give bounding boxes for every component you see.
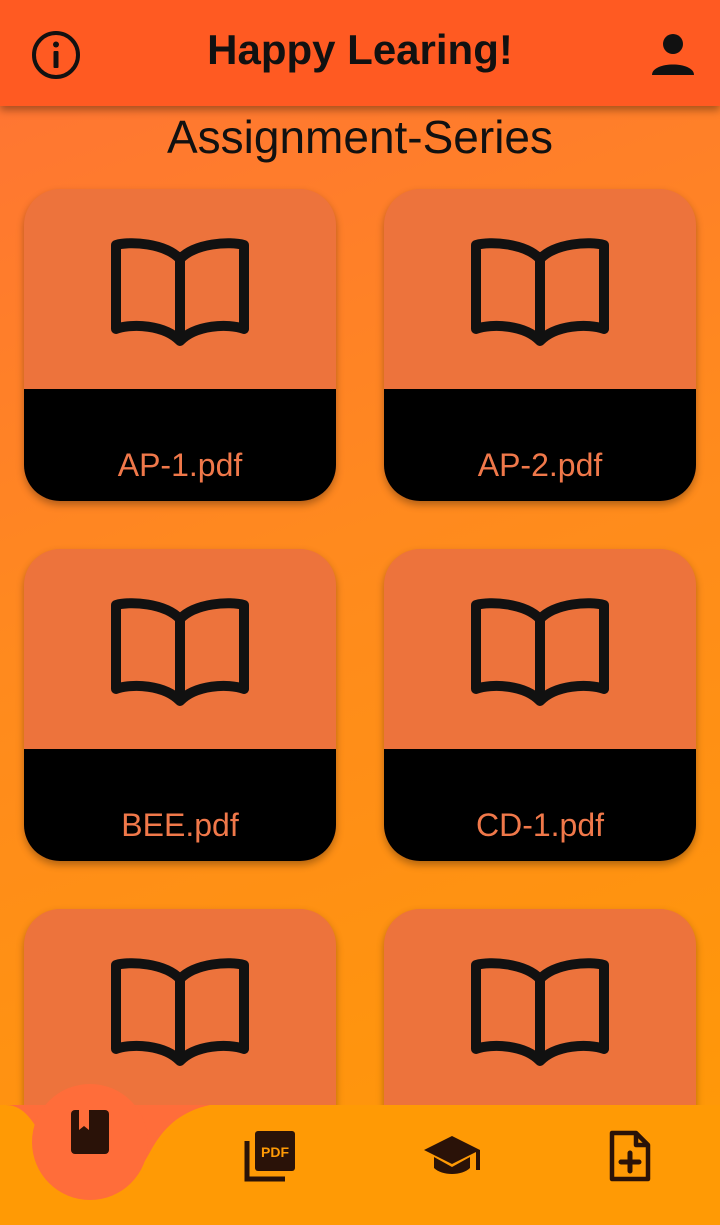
file-card[interactable]: AP-1.pdf: [24, 189, 336, 501]
app-bar: Happy Learing!: [0, 0, 720, 106]
profile-button[interactable]: [646, 27, 700, 81]
book-open-icon: [111, 598, 249, 706]
person-icon: [652, 34, 694, 75]
nav-item-assignments[interactable]: [60, 1102, 120, 1162]
file-name: AP-2.pdf: [477, 447, 603, 483]
book-open-icon: [111, 238, 249, 346]
file-name: BEE.pdf: [121, 807, 239, 843]
svg-text:PDF: PDF: [261, 1144, 289, 1160]
file-grid: AP-1.pdf AP-2.pdf BEE.pdf CD-1.pdf: [0, 0, 720, 1225]
book-open-icon: [471, 238, 609, 346]
app-title: Happy Learing!: [207, 26, 513, 73]
file-card[interactable]: BEE.pdf: [24, 549, 336, 861]
nav-item-courses[interactable]: [420, 1126, 484, 1186]
file-name: CD-1.pdf: [475, 807, 605, 843]
graduation-cap-icon: [424, 1136, 480, 1174]
file-name: AP-1.pdf: [117, 447, 243, 483]
book-open-icon: [471, 958, 609, 1066]
book-open-icon: [111, 958, 249, 1066]
bookmark-book-icon: [71, 1110, 109, 1154]
file-card[interactable]: CD-1.pdf: [384, 549, 696, 861]
file-card[interactable]: AP-2.pdf: [384, 189, 696, 501]
book-open-icon: [471, 598, 609, 706]
pdf-icon: PDF: [244, 1131, 295, 1182]
add-file-icon: [609, 1130, 651, 1182]
nav-item-pdfs[interactable]: PDF: [240, 1126, 300, 1186]
nav-item-add-file[interactable]: [600, 1126, 660, 1186]
